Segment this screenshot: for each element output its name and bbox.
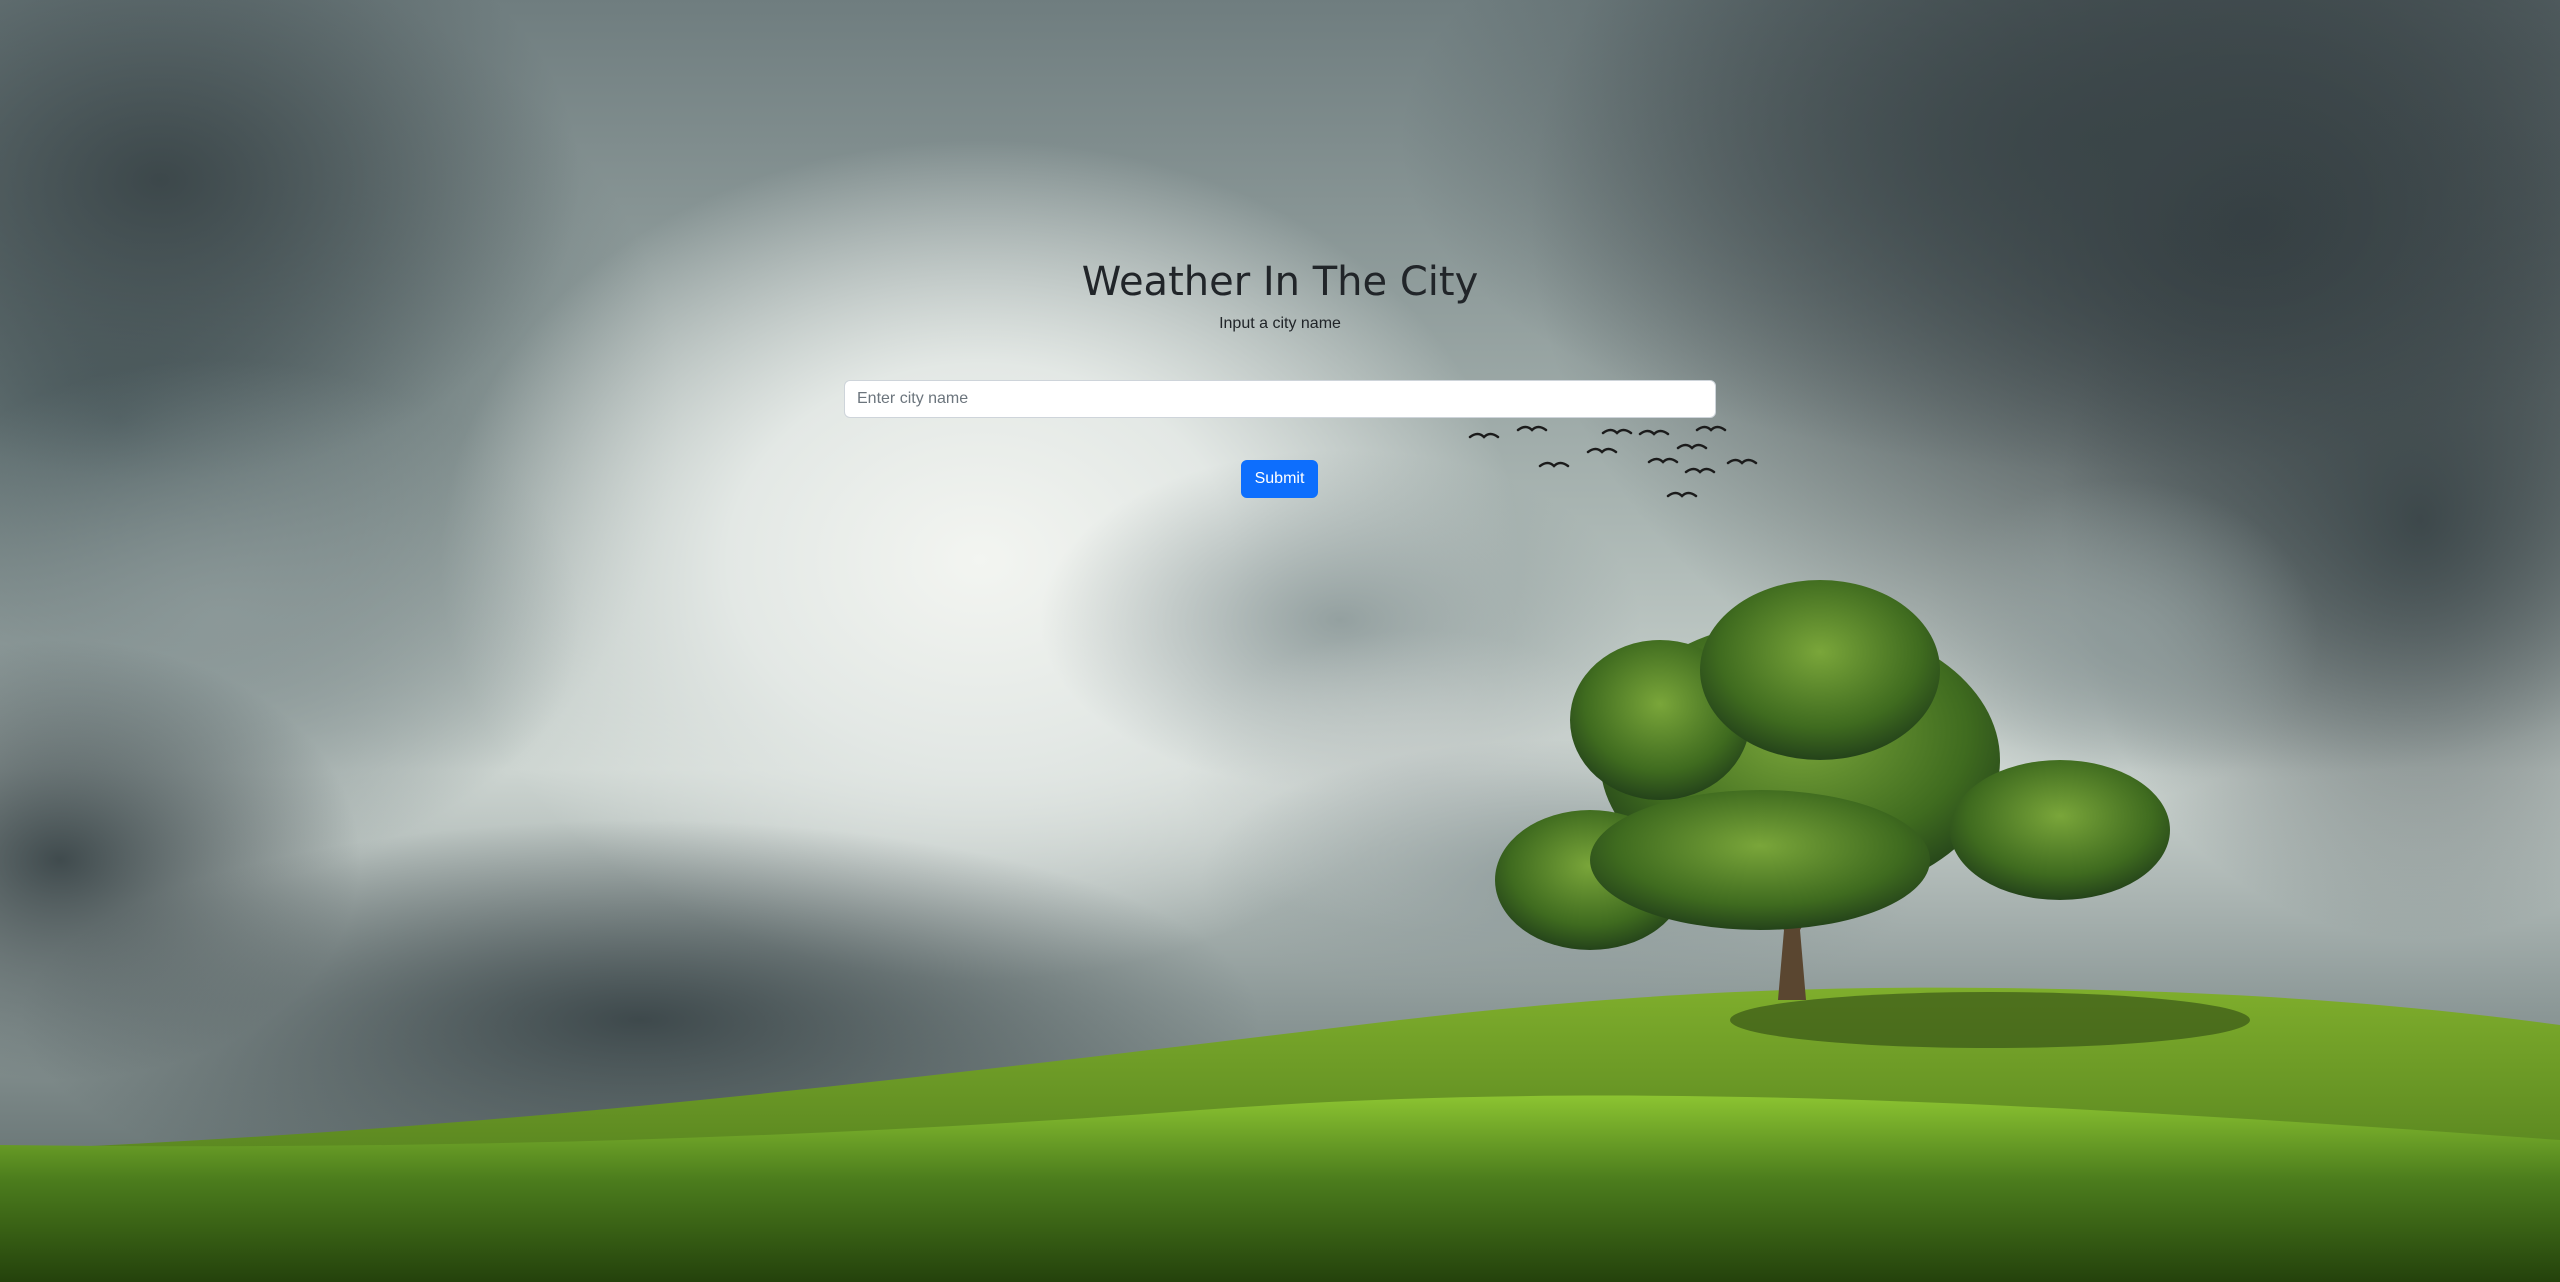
page-subtitle: Input a city name [1219,315,1341,332]
background-scene [0,0,2560,1282]
city-name-input[interactable] [844,380,1716,418]
page-title: Weather In The City [1081,259,1479,305]
submit-button[interactable]: Submit [1241,460,1318,498]
landscape-illustration [0,0,2560,1282]
